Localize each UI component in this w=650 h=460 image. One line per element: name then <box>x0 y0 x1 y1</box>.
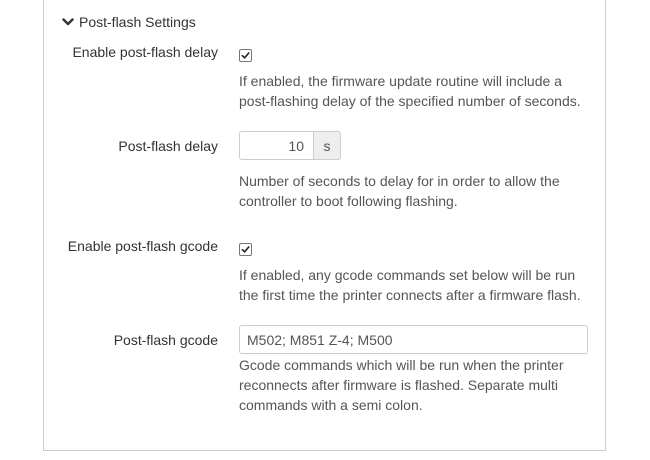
enable-delay-label: Enable post-flash delay <box>72 44 218 60</box>
delay-unit-addon: s <box>313 131 341 160</box>
enable-gcode-label: Enable post-flash gcode <box>67 238 218 254</box>
delay-input[interactable] <box>239 131 313 160</box>
gcode-help: Gcode commands which will be run when th… <box>239 357 564 413</box>
checkmark-icon <box>241 246 250 253</box>
enable-gcode-help: If enabled, any gcode commands set below… <box>239 267 581 303</box>
gcode-input[interactable] <box>239 325 588 354</box>
chevron-down-icon <box>62 18 74 26</box>
enable-delay-help: If enabled, the firmware update routine … <box>239 73 581 109</box>
checkmark-icon <box>241 52 250 59</box>
delay-input-group: s <box>239 131 341 160</box>
enable-delay-checkbox[interactable] <box>239 49 252 62</box>
enable-gcode-checkbox[interactable] <box>239 243 252 256</box>
delay-label: Post-flash delay <box>118 138 218 154</box>
post-flash-settings-toggle[interactable]: Post-flash Settings <box>62 13 196 31</box>
gcode-label: Post-flash gcode <box>113 332 218 348</box>
delay-help: Number of seconds to delay for in order … <box>239 173 560 209</box>
section-title: Post-flash Settings <box>79 14 196 30</box>
